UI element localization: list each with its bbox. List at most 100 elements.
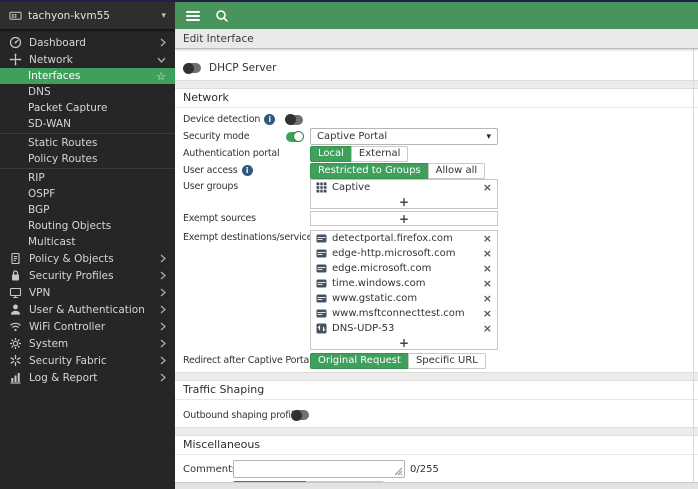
comments-field-wrap (233, 460, 405, 478)
exempt-sources-box: + (310, 211, 498, 226)
exempt-destination-entry[interactable]: www.gstatic.com × (311, 291, 497, 306)
exempt-destination-entry[interactable]: edge-http.microsoft.com × (311, 246, 497, 261)
user-groups-label: User groups (183, 181, 238, 192)
exempt-destination-entry[interactable]: time.windows.com × (311, 276, 497, 291)
content-right-border (693, 49, 694, 483)
dhcp-server-label: DHCP Server (209, 62, 276, 74)
search-icon[interactable] (215, 9, 229, 23)
edit-interface-form: DHCP Server Network Device detectioni Se… (175, 49, 698, 489)
user-icon (9, 303, 22, 316)
auth-portal-external-button[interactable]: External (351, 146, 409, 162)
hamburger-menu-icon[interactable] (186, 11, 200, 21)
sidebar-item-multicast[interactable]: Multicast (0, 234, 175, 250)
outbound-shaping-label: Outbound shaping profile (183, 410, 299, 421)
info-icon[interactable]: i (242, 165, 253, 176)
security-mode-toggle[interactable] (286, 132, 303, 142)
device-detection-toggle[interactable] (286, 115, 303, 125)
remove-icon[interactable]: × (483, 248, 492, 259)
exempt-destination-entry[interactable]: www.msftconnecttest.com × (311, 306, 497, 321)
star-icon[interactable]: ☆ (156, 71, 166, 82)
dhcp-server-row: DHCP Server (175, 56, 698, 80)
service-icon (316, 323, 327, 334)
fqdn-icon (316, 233, 327, 244)
sidebar-item-system[interactable]: System (0, 335, 175, 352)
dhcp-server-toggle[interactable] (184, 63, 201, 73)
comments-input[interactable] (234, 461, 404, 477)
redirect-row: Redirect after Captive Portal Original R… (183, 352, 698, 369)
user-group-entry[interactable]: Captive × (311, 180, 497, 195)
sidebar-item-security-fabric[interactable]: Security Fabric (0, 352, 175, 369)
comments-label: Comments (183, 464, 233, 475)
sidebar-item-sd-wan[interactable]: SD-WAN (0, 116, 175, 132)
sidebar-item-user-authentication[interactable]: User & Authentication (0, 301, 175, 318)
sidebar-item-routing-objects[interactable]: Routing Objects (0, 218, 175, 234)
sidebar-nav: Dashboard Network Interfaces ☆ DNS Packe… (0, 30, 175, 489)
remove-icon[interactable]: × (483, 323, 492, 334)
sidebar-item-bgp[interactable]: BGP (0, 202, 175, 218)
sidebar-item-log-report[interactable]: Log & Report (0, 369, 175, 386)
sidebar-subitem-label: Interfaces (28, 70, 80, 82)
sidebar-item-packet-capture[interactable]: Packet Capture (0, 100, 175, 116)
sidebar-item-static-routes[interactable]: Static Routes (0, 135, 175, 151)
exempt-destination-entry[interactable]: detectportal.firefox.com × (311, 231, 497, 246)
redirect-specific-url-button[interactable]: Specific URL (408, 353, 486, 369)
fqdn-icon (316, 308, 327, 319)
sidebar-divider (0, 168, 175, 169)
sidebar-item-ospf[interactable]: OSPF (0, 186, 175, 202)
remove-icon[interactable]: × (483, 293, 492, 304)
exempt-sources-label: Exempt sources (183, 213, 256, 224)
sidebar-item-policy-routes[interactable]: Policy Routes (0, 151, 175, 167)
add-user-group-button[interactable]: + (311, 195, 497, 208)
security-mode-label: Security mode (183, 131, 249, 142)
chevron-expanded-icon (157, 57, 166, 63)
remove-icon[interactable]: × (483, 182, 492, 193)
chevron-right-icon (160, 254, 166, 263)
security-fabric-icon (9, 354, 22, 367)
sidebar-item-wifi-controller[interactable]: WiFi Controller (0, 318, 175, 335)
sidebar-item-label: Dashboard (29, 37, 86, 49)
sidebar-item-policy-objects[interactable]: Policy & Objects (0, 250, 175, 267)
chevron-right-icon (160, 305, 166, 314)
remove-icon[interactable]: × (483, 263, 492, 274)
user-group-name: Captive (332, 182, 370, 193)
remove-icon[interactable]: × (483, 308, 492, 319)
wifi-icon (9, 320, 22, 333)
comments-counter: 0/255 (410, 464, 439, 475)
user-access-label: User access (183, 165, 238, 176)
fortigate-app: tachyon-kvm55 ▾ Dashboard Network Interf… (0, 0, 698, 489)
fqdn-icon (316, 278, 327, 289)
user-groups-row: User groups Captive × + (183, 179, 698, 209)
authentication-portal-label: Authentication portal (183, 148, 280, 159)
add-exempt-destination-button[interactable]: + (311, 336, 497, 349)
sidebar-item-security-profiles[interactable]: Security Profiles (0, 267, 175, 284)
chevron-right-icon (160, 271, 166, 280)
user-access-restricted-button[interactable]: Restricted to Groups (310, 163, 429, 179)
sidebar-item-rip[interactable]: RIP (0, 170, 175, 186)
fqdn-icon (316, 263, 327, 274)
sidebar-item-network[interactable]: Network (0, 51, 175, 68)
add-exempt-source-button[interactable]: + (311, 212, 497, 225)
exempt-destination-entry[interactable]: DNS-UDP-53 × (311, 321, 497, 336)
exempt-destination-entry[interactable]: edge.microsoft.com × (311, 261, 497, 276)
info-icon[interactable]: i (264, 114, 275, 125)
sidebar-item-dns[interactable]: DNS (0, 84, 175, 100)
hostname-selector[interactable]: tachyon-kvm55 ▾ (0, 2, 175, 30)
remove-icon[interactable]: × (483, 278, 492, 289)
remove-icon[interactable]: × (483, 233, 492, 244)
redirect-original-request-button[interactable]: Original Request (310, 353, 409, 369)
sidebar-item-dashboard[interactable]: Dashboard (0, 34, 175, 51)
device-detection-label: Device detection (183, 114, 260, 125)
hostname-label: tachyon-kvm55 (28, 10, 110, 22)
sidebar-item-interfaces[interactable]: Interfaces ☆ (0, 68, 175, 84)
auth-portal-local-button[interactable]: Local (310, 146, 352, 162)
main-area: Edit Interface DHCP Server Network Devic… (175, 0, 698, 489)
breadcrumb: Edit Interface (175, 29, 698, 49)
user-access-allow-all-button[interactable]: Allow all (428, 163, 486, 179)
device-detection-row: Device detection i (183, 111, 698, 128)
outbound-shaping-toggle[interactable] (292, 410, 309, 420)
monitor-icon (9, 286, 22, 299)
sidebar-item-vpn[interactable]: VPN (0, 284, 175, 301)
chevron-right-icon (160, 339, 166, 348)
chevron-down-icon: ▾ (486, 132, 491, 142)
security-mode-select[interactable]: Captive Portal ▾ (310, 128, 498, 145)
